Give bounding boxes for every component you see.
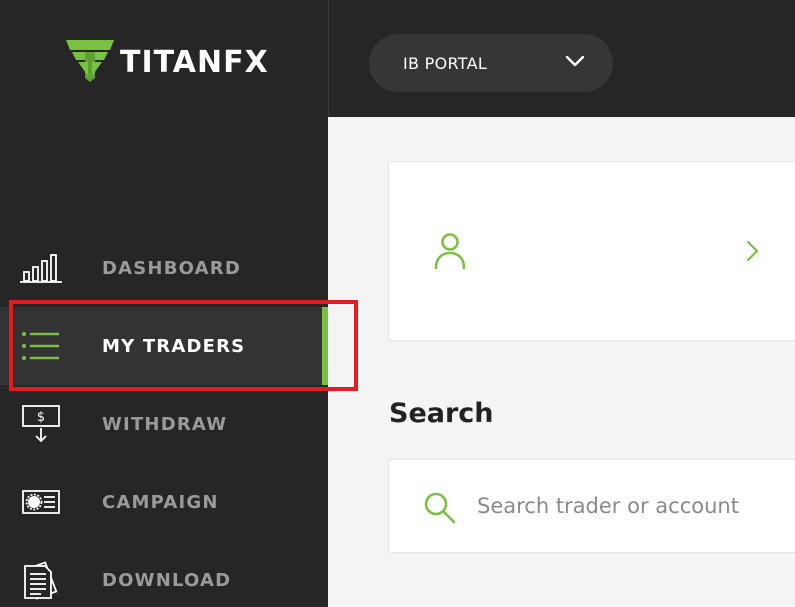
search-icon[interactable] xyxy=(423,491,457,530)
sidebar-item-label: CAMPAIGN xyxy=(102,491,219,513)
brand-name-main: TITAN xyxy=(120,44,224,80)
user-icon xyxy=(433,232,467,275)
search-input[interactable] xyxy=(477,486,795,526)
portal-select-value: IB PORTAL xyxy=(403,53,488,73)
titan-logo-icon xyxy=(66,38,114,87)
sidebar-item-campaign[interactable]: CAMPAIGN xyxy=(0,463,328,541)
top-bar: IB PORTAL xyxy=(328,0,795,117)
bar-chart-icon xyxy=(20,250,62,286)
user-card[interactable] xyxy=(388,161,795,341)
brand-name-suffix: FX xyxy=(223,44,269,80)
list-icon xyxy=(20,328,62,364)
brand-logo[interactable]: TITANFX xyxy=(66,38,269,87)
sidebar-item-label: MY TRADERS xyxy=(102,335,246,357)
sidebar-item-label: DASHBOARD xyxy=(102,257,241,279)
sidebar-item-label: DOWNLOAD xyxy=(102,569,232,591)
sidebar-item-dashboard[interactable]: DASHBOARD xyxy=(0,229,328,307)
sidebar-item-download[interactable]: DOWNLOAD xyxy=(0,541,328,607)
chevron-down-icon xyxy=(565,54,585,73)
sidebar-item-my-traders[interactable]: MY TRADERS xyxy=(0,307,328,385)
search-heading: Search xyxy=(389,398,494,429)
document-icon xyxy=(20,561,62,600)
sidebar-item-label: WITHDRAW xyxy=(102,413,228,435)
withdraw-icon: $ xyxy=(20,405,62,443)
search-box xyxy=(388,459,795,553)
sidebar-item-withdraw[interactable]: $ WITHDRAW xyxy=(0,385,328,463)
campaign-icon xyxy=(20,484,62,520)
chevron-right-icon xyxy=(745,240,759,267)
portal-select[interactable]: IB PORTAL xyxy=(369,34,613,92)
sidebar: TITANFX DASHBOARD MY TRADERS $ WITHDRAW … xyxy=(0,0,328,607)
svg-text:$: $ xyxy=(37,410,45,425)
active-indicator xyxy=(322,307,328,385)
brand-name: TITANFX xyxy=(120,44,269,80)
